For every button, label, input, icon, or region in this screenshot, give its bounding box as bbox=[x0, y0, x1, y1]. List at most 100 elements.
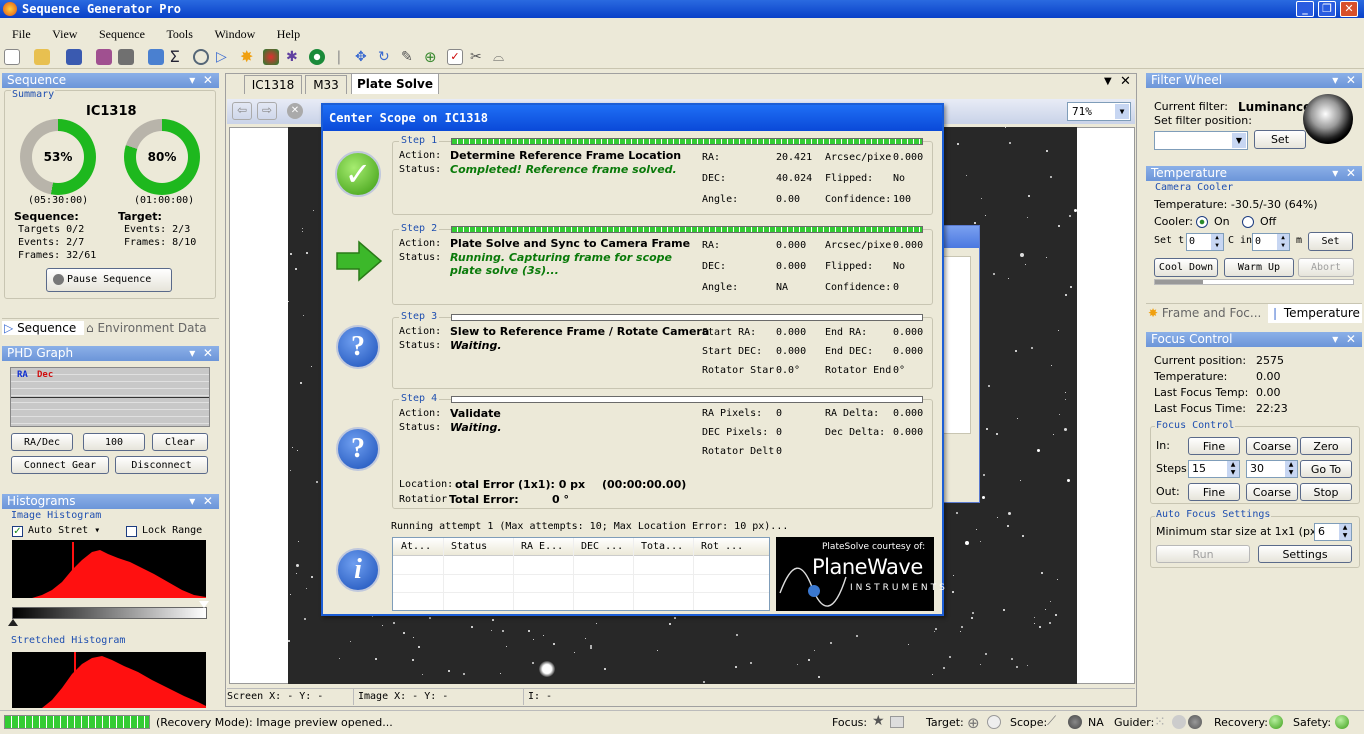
fine-steps-input[interactable]: 15 ▲ ▼ bbox=[1188, 460, 1240, 478]
auto-stretch-checkbox[interactable]: ✓ bbox=[12, 526, 23, 537]
black-point-handle[interactable] bbox=[8, 619, 18, 626]
spinner-icon[interactable]: ▲ ▼ bbox=[1339, 524, 1351, 540]
tab-ic1318[interactable]: IC1318 bbox=[244, 75, 302, 94]
col-total[interactable]: Tota... bbox=[641, 541, 683, 552]
camera-icon[interactable] bbox=[118, 49, 134, 65]
close-button[interactable]: ✕ bbox=[1340, 1, 1358, 17]
sequence-icon[interactable] bbox=[96, 49, 112, 65]
spinner-icon[interactable]: ▲ ▼ bbox=[1277, 234, 1289, 250]
thermometer-icon[interactable]: ❘ bbox=[333, 49, 349, 65]
brush-icon[interactable]: ✎ bbox=[401, 49, 417, 65]
zoom-select[interactable]: 71% ▼ bbox=[1067, 102, 1131, 121]
rotate-icon[interactable]: ↻ bbox=[378, 49, 394, 65]
disconnect-button[interactable]: Disconnect bbox=[115, 456, 208, 474]
col-attempt[interactable]: At... bbox=[401, 541, 431, 552]
filter-select[interactable]: ▼ bbox=[1154, 131, 1248, 150]
clear-button[interactable]: Clear bbox=[152, 433, 208, 451]
minimize-button[interactable]: _ bbox=[1296, 1, 1314, 17]
telescope-icon[interactable]: ⟋ bbox=[1047, 714, 1056, 729]
tools-icon[interactable]: ✂ bbox=[470, 49, 486, 65]
tab-plate-solve[interactable]: Plate Solve bbox=[351, 73, 439, 94]
tab-close-icon[interactable]: ✕ bbox=[1120, 74, 1131, 89]
crosshair-icon[interactable]: ⊕ bbox=[424, 49, 440, 65]
zoom-icon[interactable] bbox=[193, 49, 209, 65]
tab-temperature[interactable]: ❘ Temperature bbox=[1268, 304, 1362, 323]
new-file-icon[interactable] bbox=[4, 49, 20, 65]
filter-icon[interactable] bbox=[263, 49, 279, 65]
tab-environment[interactable]: ⌂ Environment Data bbox=[86, 321, 207, 335]
set-time-input[interactable]: 0 ▲ ▼ bbox=[1252, 233, 1290, 251]
panel-close-icon[interactable]: ▾ ✕ bbox=[1332, 332, 1356, 347]
panel-close-icon[interactable]: ▾ ✕ bbox=[189, 73, 213, 88]
focuser-icon[interactable] bbox=[890, 716, 904, 728]
in-fine-button[interactable]: Fine bbox=[1188, 437, 1240, 455]
sun-icon[interactable]: ✸ bbox=[240, 49, 256, 65]
spinner-icon[interactable]: ▲ ▼ bbox=[1227, 461, 1239, 477]
forward-arrow-icon[interactable]: ⇨ bbox=[257, 102, 277, 120]
auto-stretch-label[interactable]: Auto Stret ▾ bbox=[28, 525, 100, 536]
lock-range-checkbox[interactable] bbox=[126, 526, 137, 537]
cooler-off-radio[interactable] bbox=[1242, 216, 1254, 228]
stop-button[interactable]: Stop bbox=[1300, 483, 1352, 501]
col-rotation[interactable]: Rot ... bbox=[701, 541, 743, 552]
stop-icon[interactable]: ✕ bbox=[287, 103, 303, 119]
pause-sequence-button[interactable]: Pause Sequence bbox=[46, 268, 172, 292]
open-folder-icon[interactable] bbox=[34, 49, 50, 65]
guider-connect-icon[interactable] bbox=[1188, 715, 1202, 729]
in-coarse-button[interactable]: Coarse bbox=[1246, 437, 1298, 455]
checklist-icon[interactable]: ✓ bbox=[447, 49, 463, 65]
menu-help[interactable]: Help bbox=[277, 25, 300, 43]
chart-icon[interactable] bbox=[148, 49, 164, 65]
coarse-steps-input[interactable]: 30 ▲ ▼ bbox=[1246, 460, 1298, 478]
tab-frame-focus[interactable]: ✸ Frame and Foc... bbox=[1148, 306, 1261, 320]
save-icon[interactable] bbox=[66, 49, 82, 65]
set-temp-button[interactable]: Set bbox=[1308, 232, 1353, 251]
menu-view[interactable]: View bbox=[52, 25, 77, 43]
connect-gear-button[interactable]: Connect Gear bbox=[11, 456, 109, 474]
cool-down-button[interactable]: Cool Down bbox=[1154, 258, 1218, 277]
radec-button[interactable]: RA/Dec bbox=[11, 433, 73, 451]
attempts-table[interactable]: At... Status RA E... DEC ... Tota... Rot… bbox=[392, 537, 770, 611]
crosshair-icon[interactable]: ⊕ bbox=[967, 714, 980, 732]
clock-icon[interactable] bbox=[987, 715, 1001, 729]
sigma-icon[interactable]: Σ bbox=[170, 49, 186, 65]
tab-sequence[interactable]: ▷ Sequence bbox=[2, 321, 84, 335]
out-coarse-button[interactable]: Coarse bbox=[1246, 483, 1298, 501]
maximize-button[interactable]: ❐ bbox=[1318, 1, 1336, 17]
goto-button[interactable]: Go To bbox=[1300, 460, 1352, 478]
set-filter-button[interactable]: Set bbox=[1254, 130, 1306, 149]
move-icon[interactable]: ✥ bbox=[355, 49, 371, 65]
guider-state-icon[interactable] bbox=[1172, 715, 1186, 729]
zero-button[interactable]: Zero bbox=[1300, 437, 1352, 455]
star-icon[interactable]: ★ bbox=[872, 713, 885, 729]
spinner-icon[interactable]: ▲ ▼ bbox=[1211, 234, 1223, 250]
set-temp-input[interactable]: 0 ▲ ▼ bbox=[1186, 233, 1224, 251]
guider-icon[interactable]: ⁙ bbox=[1154, 714, 1166, 730]
menu-window[interactable]: Window bbox=[214, 25, 255, 43]
run-button[interactable]: Run bbox=[1156, 545, 1250, 563]
abort-button[interactable]: Abort bbox=[1298, 258, 1354, 277]
globe-icon[interactable] bbox=[1068, 715, 1082, 729]
menu-file[interactable]: File bbox=[12, 25, 31, 43]
gear-icon[interactable]: ✱ bbox=[286, 49, 302, 65]
panel-close-icon[interactable]: ▾ ✕ bbox=[189, 494, 213, 509]
dome-icon[interactable]: ⌓ bbox=[493, 49, 509, 65]
col-ra-error[interactable]: RA E... bbox=[521, 541, 563, 552]
menu-tools[interactable]: Tools bbox=[166, 25, 193, 43]
panel-close-icon[interactable]: ▾ ✕ bbox=[1332, 166, 1356, 181]
tab-m33[interactable]: M33 bbox=[305, 75, 347, 94]
cooler-on-radio[interactable] bbox=[1196, 216, 1208, 228]
menu-sequence[interactable]: Sequence bbox=[99, 25, 145, 43]
col-dec-error[interactable]: DEC ... bbox=[581, 541, 623, 552]
back-arrow-icon[interactable]: ⇦ bbox=[232, 102, 252, 120]
play-icon[interactable]: ▷ bbox=[216, 49, 232, 65]
min-star-input[interactable]: 6 ▲ ▼ bbox=[1314, 523, 1352, 541]
spinner-icon[interactable]: ▲ ▼ bbox=[1285, 461, 1297, 477]
tab-dropdown-icon[interactable]: ▼ bbox=[1104, 76, 1112, 87]
settings-button[interactable]: Settings bbox=[1258, 545, 1352, 563]
out-fine-button[interactable]: Fine bbox=[1188, 483, 1240, 501]
panel-close-icon[interactable]: ▾ ✕ bbox=[189, 346, 213, 361]
white-point-handle[interactable] bbox=[199, 601, 209, 608]
warm-up-button[interactable]: Warm Up bbox=[1224, 258, 1294, 277]
col-status[interactable]: Status bbox=[451, 541, 487, 552]
